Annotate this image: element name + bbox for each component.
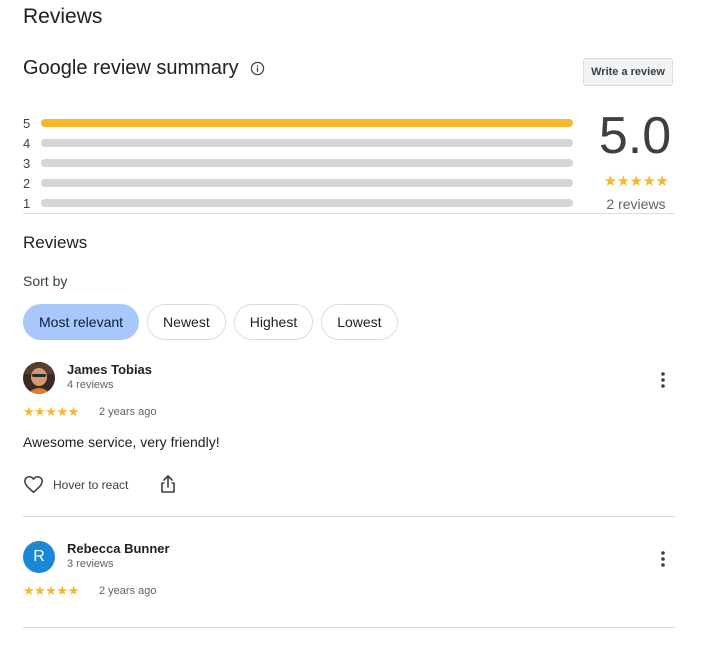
divider bbox=[23, 516, 675, 517]
page-title: Reviews bbox=[23, 5, 103, 28]
rating-bar-1: 1 bbox=[23, 195, 573, 211]
summary-title: Google review summary bbox=[23, 57, 239, 79]
review-stars: ★★★★★ bbox=[23, 583, 79, 598]
sort-chip-highest[interactable]: Highest bbox=[233, 304, 314, 340]
rating-bar-label: 4 bbox=[23, 135, 31, 151]
divider bbox=[23, 627, 675, 628]
sort-label: Sort by bbox=[23, 273, 68, 289]
review-date: 2 years ago bbox=[99, 585, 157, 597]
review-item: James Tobias 4 reviews ★★★★★ 2 years ago… bbox=[23, 362, 675, 502]
avatar-photo bbox=[23, 362, 55, 394]
reviewer-review-count: 4 reviews bbox=[67, 379, 114, 391]
heart-icon bbox=[24, 475, 43, 494]
more-vert-icon[interactable] bbox=[653, 549, 673, 569]
average-stars: ★★★★★ bbox=[603, 173, 669, 190]
react-button[interactable]: Hover to react bbox=[23, 475, 128, 494]
rating-bar-track bbox=[41, 139, 573, 147]
summary-heading: Google review summary bbox=[23, 57, 265, 80]
rating-bar-track bbox=[41, 159, 573, 167]
rating-bar-fill bbox=[41, 119, 573, 127]
avatar[interactable] bbox=[23, 362, 55, 394]
rating-bar-4: 4 bbox=[23, 135, 573, 151]
sort-chip-newest[interactable]: Newest bbox=[147, 304, 226, 340]
write-review-button[interactable]: Write a review bbox=[583, 58, 673, 86]
rating-bar-5: 5 bbox=[23, 115, 573, 131]
more-vert-icon[interactable] bbox=[653, 370, 673, 390]
rating-bar-label: 5 bbox=[23, 115, 31, 131]
sort-chips: Most relevant Newest Highest Lowest bbox=[23, 304, 398, 340]
rating-bar-label: 2 bbox=[23, 175, 31, 191]
rating-bar-label: 1 bbox=[23, 195, 31, 211]
rating-bar-3: 3 bbox=[23, 155, 573, 171]
avatar[interactable]: R bbox=[23, 541, 55, 573]
reviewer-name[interactable]: Rebecca Bunner bbox=[67, 541, 170, 556]
review-stars: ★★★★★ bbox=[23, 404, 79, 419]
reviews-section-title: Reviews bbox=[23, 233, 88, 252]
reviewer-review-count: 3 reviews bbox=[67, 558, 114, 570]
rating-bar-track bbox=[41, 179, 573, 187]
review-text: Awesome service, very friendly! bbox=[23, 434, 220, 450]
rating-bar-track bbox=[41, 199, 573, 207]
sort-chip-lowest[interactable]: Lowest bbox=[321, 304, 398, 340]
share-icon[interactable] bbox=[159, 474, 177, 494]
info-icon[interactable] bbox=[250, 61, 265, 76]
total-reviews-link[interactable]: 2 reviews bbox=[598, 196, 674, 212]
react-label: Hover to react bbox=[53, 477, 129, 492]
sort-chip-most-relevant[interactable]: Most relevant bbox=[23, 304, 140, 340]
rating-bar-2: 2 bbox=[23, 175, 573, 191]
review-date: 2 years ago bbox=[99, 406, 157, 418]
average-rating: 5.0 bbox=[598, 107, 672, 165]
rating-bar-label: 3 bbox=[23, 155, 31, 171]
divider bbox=[23, 213, 675, 214]
reviewer-name[interactable]: James Tobias bbox=[67, 362, 152, 377]
rating-bar-track bbox=[41, 119, 573, 127]
review-item: R Rebecca Bunner 3 reviews ★★★★★ 2 years… bbox=[23, 541, 675, 611]
